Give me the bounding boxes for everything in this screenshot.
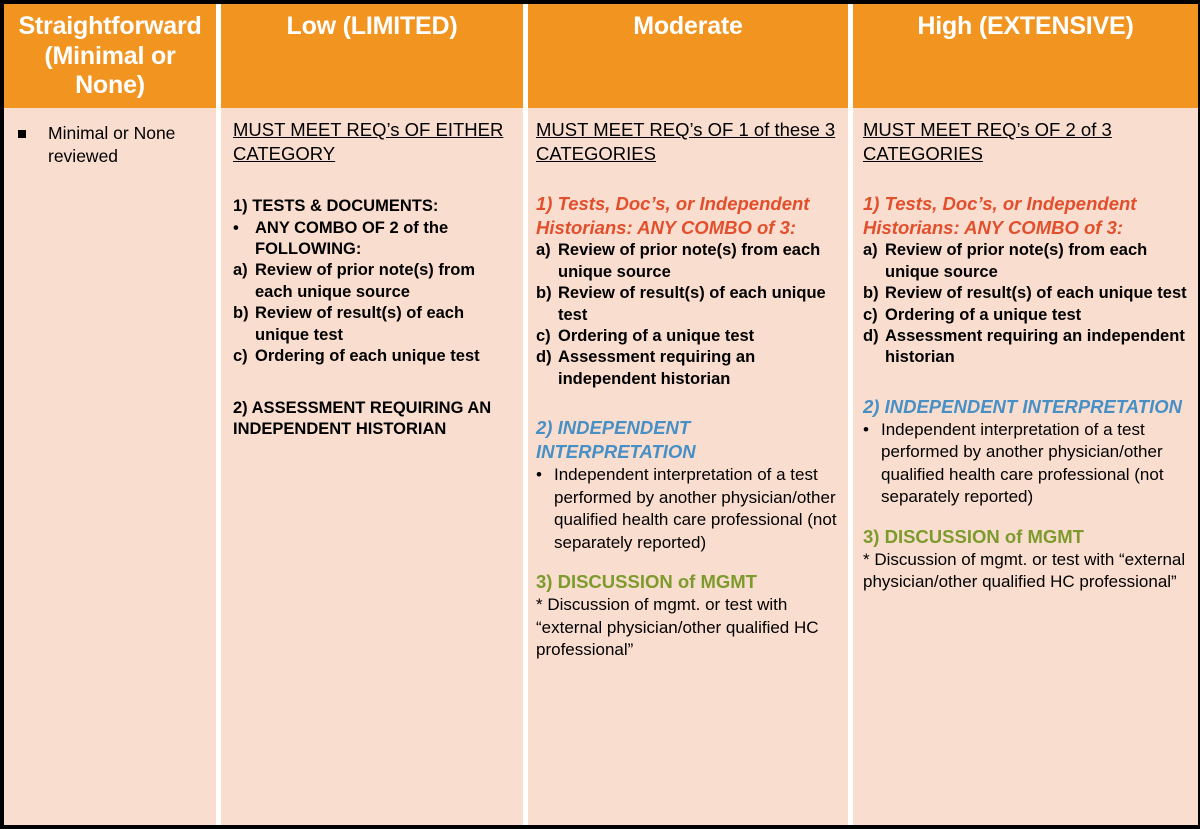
low-section1-subtitle-marker: • xyxy=(233,218,239,237)
high-section3-title: 3) DISCUSSION of MGMT xyxy=(863,525,1084,547)
list-marker: d) xyxy=(536,348,552,367)
high-section2-title: 2) INDEPENDENT INTERPRETATION xyxy=(863,395,1182,417)
list-item: b) Review of result(s) of each unique te… xyxy=(536,283,840,326)
list-item: c) Ordering of a unique test xyxy=(863,305,1190,326)
low-section1-title: 1) TESTS & DOCUMENTS: xyxy=(233,197,439,216)
list-item-text: Review of result(s) of each unique test xyxy=(885,284,1187,303)
cell-straightforward: Minimal or None reviewed xyxy=(4,108,216,825)
list-item: b) Review of result(s) of each unique te… xyxy=(233,303,515,346)
column-header-moderate: Moderate xyxy=(528,4,848,108)
list-item: d) Assessment requiring an independent h… xyxy=(536,347,840,390)
column-header-high: High (EXTENSIVE) xyxy=(853,4,1198,108)
high-requirement-heading: MUST MEET REQ’s OF 2 of 3 CATEGORIES xyxy=(863,119,1112,165)
moderate-requirement-heading: MUST MEET REQ’s OF 1 of these 3 CATEGORI… xyxy=(536,119,836,165)
list-item: a) Review of prior note(s) from each uni… xyxy=(536,240,840,283)
list-item: Minimal or None reviewed xyxy=(12,118,208,169)
square-bullet-icon xyxy=(18,130,26,138)
moderate-section1-title: 1) Tests, Doc’s, or Independent Historia… xyxy=(536,193,810,239)
moderate-section2-title: 2) INDEPENDENT INTERPRETATION xyxy=(536,417,696,463)
bullet-marker: • xyxy=(536,465,542,485)
list-marker: c) xyxy=(233,347,248,366)
list-item: • ANY COMBO OF 2 of the FOLLOWING: xyxy=(233,218,515,261)
cell-high: MUST MEET REQ’s OF 2 of 3 CATEGORIES 1) … xyxy=(853,108,1198,825)
list-item: c) Ordering of a unique test xyxy=(536,326,840,347)
list-marker: b) xyxy=(233,304,249,323)
high-section1-title: 1) Tests, Doc’s, or Independent Historia… xyxy=(863,193,1137,239)
list-item-text: Review of result(s) of each unique test xyxy=(255,304,465,344)
bullet-marker: • xyxy=(863,419,869,439)
column-header-low: Low (LIMITED) xyxy=(221,4,523,108)
list-item: • Independent interpretation of a test p… xyxy=(536,464,840,554)
low-section1-subtitle: ANY COMBO OF 2 of the FOLLOWING: xyxy=(255,218,449,258)
list-item: c) Ordering of each unique test xyxy=(233,346,515,367)
list-marker: b) xyxy=(536,284,552,303)
column-header-straightforward: Straightforward (Minimal or None) xyxy=(4,4,216,108)
list-item: • Independent interpretation of a test p… xyxy=(863,419,1190,509)
list-marker: a) xyxy=(536,241,551,260)
list-item-text: Review of prior note(s) from each unique… xyxy=(255,261,476,301)
low-section2-title: 2) ASSESSMENT REQUIRING AN INDEPENDENT H… xyxy=(233,398,492,439)
list-item-text: Review of prior note(s) from each unique… xyxy=(558,241,821,281)
list-item-text: Ordering of a unique test xyxy=(558,326,755,345)
list-item-text: Ordering of a unique test xyxy=(885,305,1082,324)
list-item-text: Review of result(s) of each unique test xyxy=(558,284,826,324)
list-marker: b) xyxy=(863,284,879,303)
high-section3-text: * Discussion of mgmt. or test with “exte… xyxy=(863,549,1186,592)
list-item-text: Independent interpretation of a test per… xyxy=(881,419,1164,507)
list-marker: c) xyxy=(863,305,878,324)
list-item-text: Ordering of each unique test xyxy=(255,347,480,366)
straightforward-bullet-text: Minimal or None reviewed xyxy=(48,123,176,167)
list-marker: a) xyxy=(233,261,248,280)
list-item-text: Assessment requiring an independent hist… xyxy=(558,348,756,388)
list-item-text: Review of prior note(s) from each unique… xyxy=(885,241,1148,281)
list-item: a) Review of prior note(s) from each uni… xyxy=(863,240,1190,283)
low-requirement-heading: MUST MEET REQ’s OF EITHER CATEGORY xyxy=(233,119,504,165)
list-item: a) Review of prior note(s) from each uni… xyxy=(233,260,515,303)
cell-low: MUST MEET REQ’s OF EITHER CATEGORY 1) TE… xyxy=(221,108,523,825)
list-item: d) Assessment requiring an independent h… xyxy=(863,326,1190,369)
list-item-text: Assessment requiring an independent hist… xyxy=(885,326,1185,367)
mdm-data-complexity-table: Straightforward (Minimal or None) Low (L… xyxy=(0,0,1200,829)
list-marker: c) xyxy=(536,326,551,345)
list-item-text: Independent interpretation of a test per… xyxy=(554,465,837,552)
list-item: b) Review of result(s) of each unique te… xyxy=(863,283,1190,304)
cell-moderate: MUST MEET REQ’s OF 1 of these 3 CATEGORI… xyxy=(528,108,848,825)
moderate-section3-title: 3) DISCUSSION of MGMT xyxy=(536,571,757,593)
moderate-section3-text: * Discussion of mgmt. or test with “exte… xyxy=(536,595,819,660)
list-marker: d) xyxy=(863,326,879,345)
table-header-row: Straightforward (Minimal or None) Low (L… xyxy=(4,4,1198,108)
table-body-row: Minimal or None reviewed MUST MEET REQ’s… xyxy=(4,108,1198,825)
list-marker: a) xyxy=(863,241,878,260)
